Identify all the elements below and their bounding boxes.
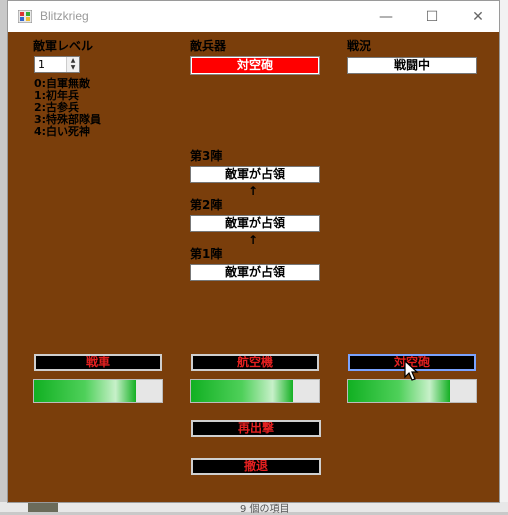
legend-item: 4:白い死神 [34,125,91,138]
retreat-button[interactable]: 撤退 [191,458,321,475]
aircraft-progress-bar [190,379,320,403]
desktop-thumbnail [28,503,58,512]
arrow-up-icon: ↑ [248,233,259,247]
front-3-label: 第3陣 [190,149,223,163]
front-1-label: 第1陣 [190,247,223,261]
battle-status-field: 戦闘中 [347,57,477,74]
battle-status-label: 戦況 [347,39,372,53]
title-bar[interactable]: Blitzkrieg — ☐ ✕ [8,1,499,32]
tank-progress-bar [33,379,163,403]
enemy-level-value: 1 [38,58,45,71]
stepper-arrows-icon[interactable]: ▲ ▼ [66,57,79,72]
front-2-status: 敵軍が占領 [190,215,320,232]
front-1-status: 敵軍が占領 [190,264,320,281]
mouse-pointer-icon [404,360,419,381]
enemy-level-legend: 0:自軍無敵 1:初年兵 2:古参兵 3:特殊部隊員 4:白い死神 [34,78,101,138]
maximize-button[interactable]: ☐ [409,1,455,32]
enemy-level-stepper[interactable]: 1 ▲ ▼ [34,56,80,73]
front-2-label: 第2陣 [190,198,223,212]
front-3-status: 敵軍が占領 [190,166,320,183]
anti-air-progress-bar [347,379,477,403]
enemy-level-label: 敵軍レベル [33,39,94,53]
window-title: Blitzkrieg [40,9,89,23]
anti-air-progress-fill [348,380,451,402]
enemy-weapon-field: 対空砲 [190,56,320,75]
resortie-button[interactable]: 再出撃 [191,420,321,437]
tank-progress-fill [34,380,137,402]
enemy-weapon-label: 敵兵器 [190,39,227,53]
app-window: Blitzkrieg — ☐ ✕ 敵軍レベル 1 ▲ ▼ 0:自軍無敵 1:初年兵… [7,0,500,503]
close-button[interactable]: ✕ [455,1,501,32]
aircraft-button[interactable]: 航空機 [191,354,319,371]
desktop-background-right [500,0,508,512]
arrow-up-icon: ↑ [248,184,259,198]
app-icon [18,10,32,23]
tank-button[interactable]: 戦車 [34,354,162,371]
minimize-button[interactable]: — [363,1,409,32]
aircraft-progress-fill [191,380,294,402]
